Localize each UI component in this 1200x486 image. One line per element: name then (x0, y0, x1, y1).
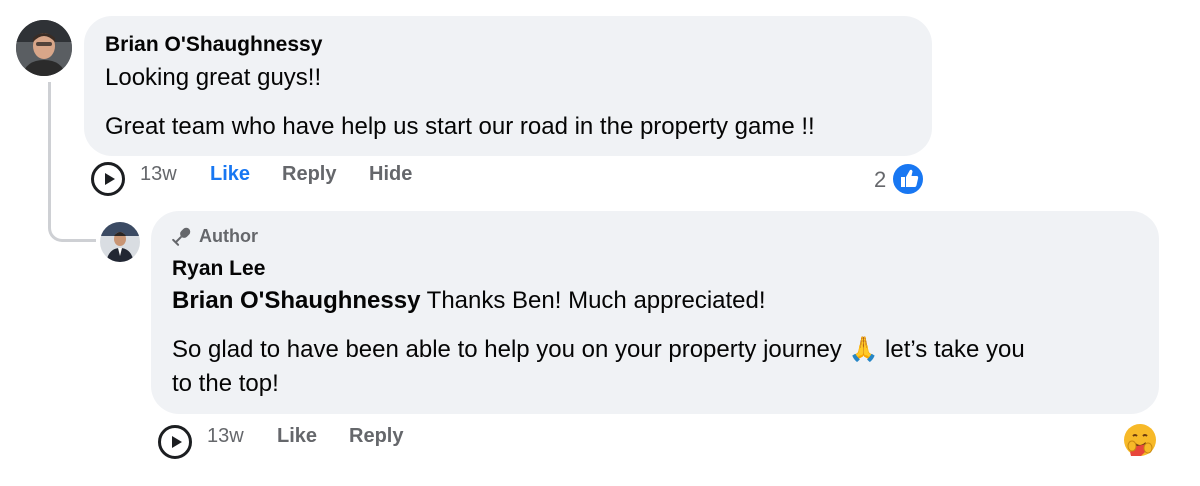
play-icon[interactable] (91, 162, 125, 196)
reply-text-line: to the top! (172, 370, 279, 397)
reply-timestamp[interactable]: 13w (207, 425, 244, 448)
author-badge-label: Author (199, 225, 258, 246)
hide-button[interactable]: Hide (369, 163, 412, 186)
reply-bubble: Author Ryan Lee Brian O'Shaughnessy Than… (151, 211, 1159, 414)
reply-text-line: So glad to have been able to help you on… (172, 336, 1025, 363)
thumbs-up-icon[interactable] (891, 162, 925, 196)
like-button[interactable]: Like (210, 163, 250, 186)
reply-button[interactable]: Reply (282, 163, 336, 186)
hug-emoji-icon[interactable] (1122, 422, 1158, 458)
reaction-count[interactable]: 2 (874, 167, 886, 193)
folded-hands-emoji: 🙏 (848, 336, 879, 363)
play-icon[interactable] (158, 425, 192, 459)
comment-text-line: Great team who have help us start our ro… (105, 113, 815, 140)
reply-author-name[interactable]: Ryan Lee (172, 257, 265, 281)
reply-text: Thanks Ben! Much appreciated! (420, 287, 766, 314)
avatar[interactable] (100, 222, 140, 262)
avatar[interactable] (16, 20, 72, 76)
comment-bubble: Brian O'Shaughnessy Looking great guys!!… (84, 16, 932, 156)
comment-author-name[interactable]: Brian O'Shaughnessy (105, 33, 322, 57)
reply-text-line: Brian O'Shaughnessy Thanks Ben! Much app… (172, 286, 766, 316)
reply-button[interactable]: Reply (349, 425, 403, 448)
author-badge: Author (171, 225, 258, 247)
comment-text-line: Looking great guys!! (105, 64, 322, 91)
avatar-photo (100, 222, 140, 262)
mention-link[interactable]: Brian O'Shaughnessy (172, 287, 420, 314)
like-button[interactable]: Like (277, 425, 317, 448)
comment-timestamp[interactable]: 13w (140, 163, 177, 186)
microphone-icon (171, 225, 193, 247)
avatar-photo (16, 20, 72, 76)
